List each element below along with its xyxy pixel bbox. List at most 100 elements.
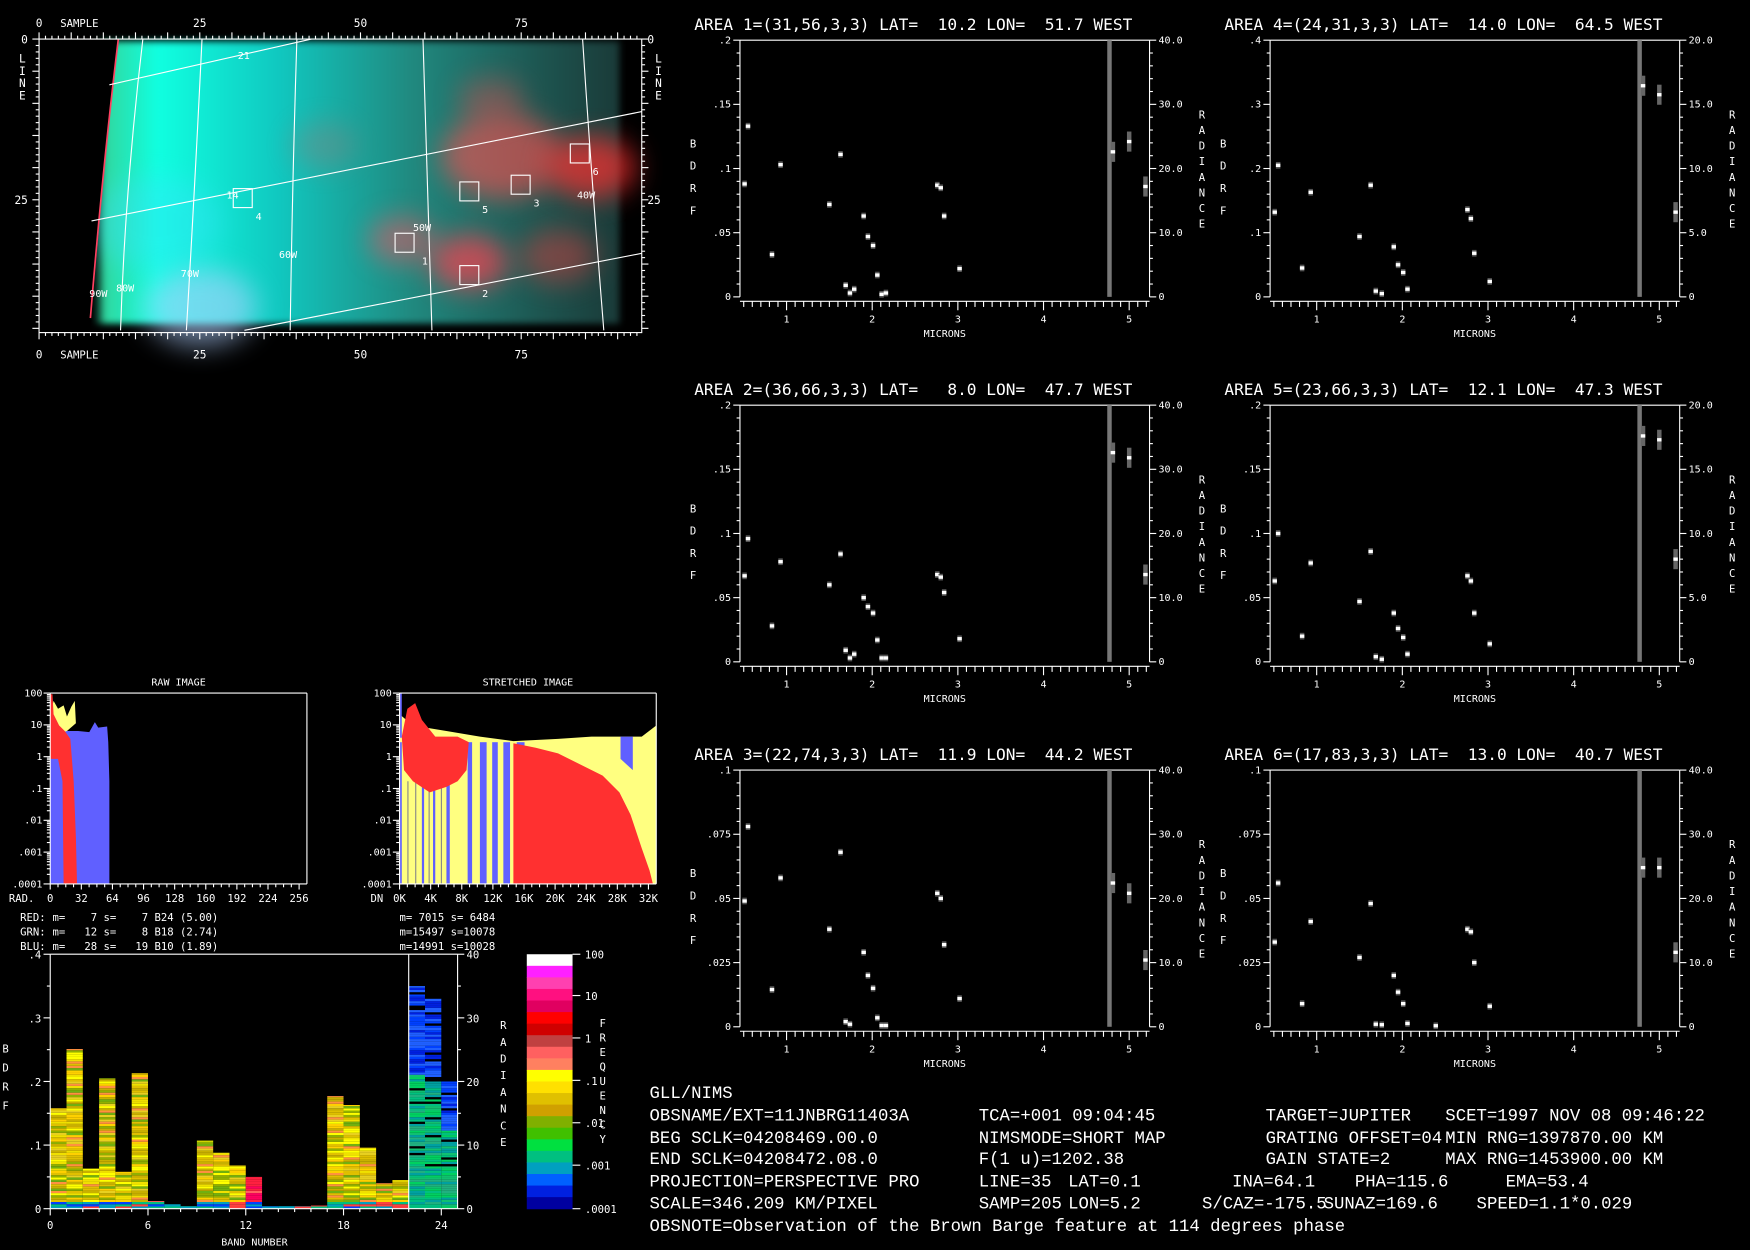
band-stripe (424, 1161, 442, 1165)
spectrum-point (1465, 574, 1470, 578)
colorbar-segment (526, 1104, 573, 1117)
spectrum-point (1357, 955, 1362, 960)
band-stripe (327, 1119, 344, 1122)
band-stripe (408, 1195, 425, 1198)
spectrum-point (1368, 549, 1373, 554)
band-stripe (424, 1112, 442, 1115)
radiance-axis-letter: C (500, 1120, 506, 1132)
band-stripe (424, 1119, 442, 1122)
band-stripe (196, 1188, 214, 1191)
band-stripe (99, 1130, 116, 1133)
band-stripe (66, 1146, 83, 1149)
band-stripe (327, 1150, 344, 1153)
band-stripe (441, 1090, 458, 1093)
band-stripe (441, 1188, 458, 1191)
band-stripe (408, 1043, 425, 1046)
band-stripe (424, 1184, 442, 1187)
band-stripe (131, 1181, 148, 1185)
band-stripe (343, 1175, 360, 1178)
band-stripe (245, 1195, 263, 1198)
band-stripe (408, 1103, 425, 1107)
info-field: OBSNOTE=Observation of the Brown Barge f… (649, 1216, 1346, 1237)
band-stripe (376, 1204, 393, 1207)
colorbar-tick-label: .0001 (585, 1204, 617, 1216)
band-stripe (196, 1161, 214, 1165)
band-stripe (327, 1128, 344, 1131)
band-tick-label: 12 (239, 1220, 252, 1232)
band-stripe (327, 1112, 344, 1115)
band-stripe (441, 1168, 458, 1171)
band-stripe (441, 1152, 458, 1156)
spectrum-point (1468, 216, 1474, 221)
band-stripe (408, 1052, 425, 1055)
band-stripe (131, 1123, 148, 1127)
band-stripe (131, 1110, 148, 1113)
band-stripe (66, 1092, 83, 1095)
band-stripe (424, 1141, 442, 1144)
band-stripe (99, 1155, 116, 1158)
band-stripe (408, 1170, 425, 1173)
band-stripe (408, 1186, 425, 1189)
info-field: SPEED=1.1*0.029 (1476, 1194, 1633, 1215)
micron-tick-label: 4 (1041, 315, 1047, 326)
band-stripe (66, 1097, 83, 1100)
band-stripe (66, 1083, 83, 1086)
band-stripe (66, 1172, 83, 1176)
micron-tick-label: 2 (1399, 1044, 1405, 1055)
band-stripe (441, 1159, 458, 1162)
band-stripe (131, 1161, 148, 1165)
bdrf-tick-label: 0 (725, 657, 731, 668)
band-stripe (115, 1202, 132, 1205)
band-stripe (408, 1056, 425, 1060)
band-stripe (50, 1141, 67, 1144)
micron-tick-label: 4 (1571, 1044, 1577, 1055)
colorbar-tick-label: .1 (585, 1076, 598, 1088)
radiance-axis-letter: I (1199, 156, 1205, 168)
info-field: TCA=+001 09:04:45 (978, 1105, 1156, 1126)
spectrum-point (742, 574, 747, 578)
bdrf-tick-label: 0 (725, 292, 731, 303)
spectrum-point (1373, 655, 1379, 659)
radiance-tick-label: 30.0 (1158, 465, 1182, 476)
band-stripe (392, 1195, 409, 1198)
band-stripe (50, 1143, 67, 1147)
spectrum-point (941, 590, 947, 595)
band-stripe (392, 1188, 409, 1191)
band-stripe (327, 1161, 344, 1165)
band-stripe (50, 1199, 67, 1203)
micron-axis-label: MICRONS (1454, 329, 1496, 340)
band-stripe (408, 1041, 425, 1044)
band-stripe (213, 1204, 230, 1207)
micron-tick-label: 2 (869, 679, 875, 690)
band-stripe (424, 1034, 442, 1037)
band-stripe (131, 1094, 148, 1098)
radiance-axis-letter: D (500, 1053, 506, 1065)
band-stripe (408, 1023, 425, 1026)
band-stripe (327, 1181, 344, 1185)
band-stripe (392, 1204, 409, 1207)
band-stripe (131, 1143, 148, 1147)
band-stripe (424, 1172, 442, 1176)
band-stripe (99, 1141, 116, 1144)
band-stripe (343, 1195, 360, 1198)
band-stripe (131, 1141, 148, 1144)
band-stripe (408, 1177, 425, 1180)
band-stripe (359, 1147, 377, 1149)
band-stripe (99, 1094, 116, 1098)
bdrf-axis-letter: D (690, 891, 696, 903)
band-stripe (82, 1181, 100, 1185)
band-stripe (408, 1110, 425, 1113)
band-stripe (424, 1070, 442, 1073)
band-stripe (327, 1126, 344, 1129)
band-stripe (441, 1146, 458, 1149)
band-stripe (376, 1188, 393, 1191)
band-stripe (213, 1181, 230, 1185)
band-stripe (327, 1101, 344, 1104)
band-stripe (131, 1202, 148, 1205)
band-stripe (408, 1146, 425, 1149)
band-stripe (245, 1193, 263, 1196)
band-stripe (359, 1204, 377, 1207)
band-stripe (99, 1110, 116, 1113)
band-bar-10 (213, 1152, 230, 1209)
info-field: S/CAZ=-175.5 (1202, 1194, 1327, 1215)
